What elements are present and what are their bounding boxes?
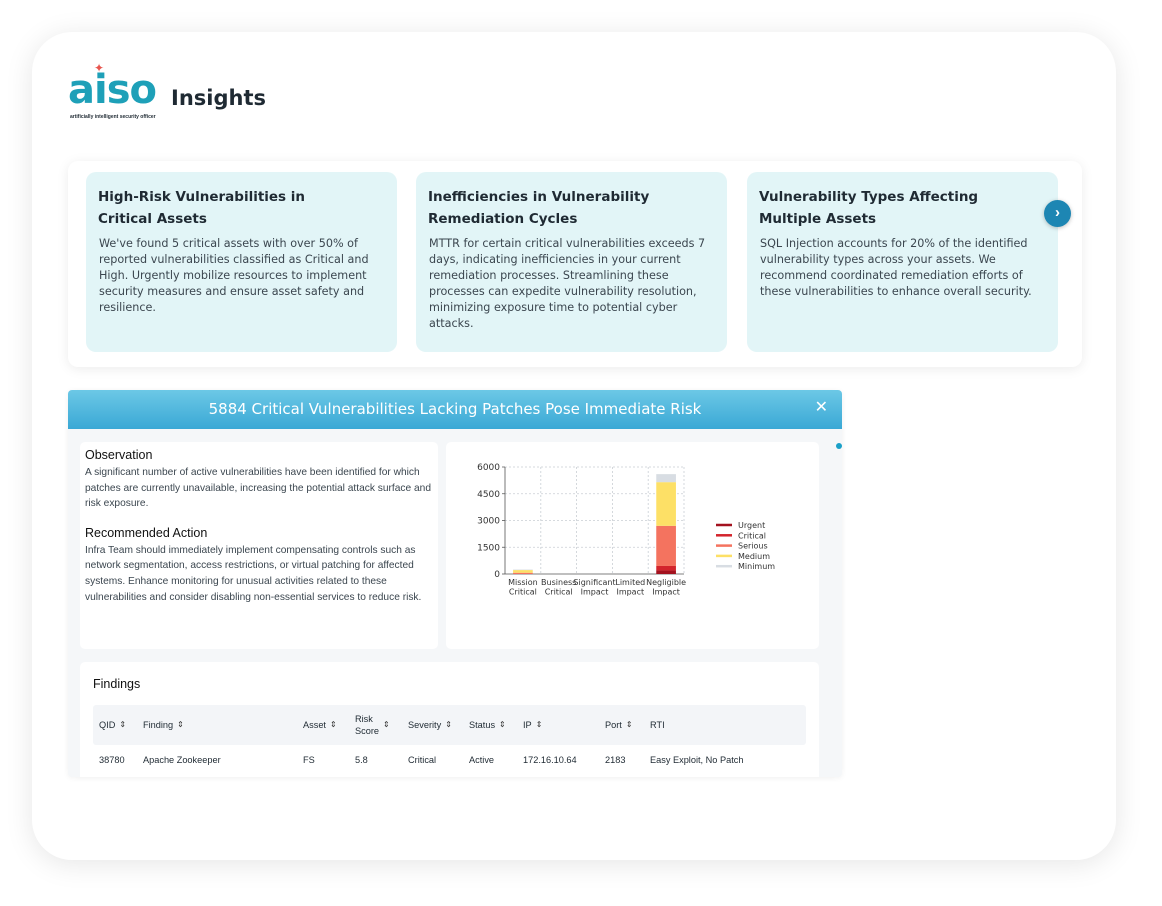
y-tick-label: 1500	[477, 543, 500, 553]
x-tick-label: Critical	[509, 588, 537, 597]
column-header-rti: RTI	[650, 720, 665, 730]
cell-qid: 38780	[99, 755, 125, 765]
findings-card: Findings QID ⇕ Finding ⇕ Asset ⇕ Risk Score…	[80, 662, 819, 777]
observation-card: Observation A significant number of acti…	[80, 442, 438, 649]
cell-finding: Apache Zookeeper	[143, 755, 221, 765]
logo-wordmark: aiso	[68, 67, 157, 113]
insight-card-title: Inefficiencies in Vulnerability Remediat…	[428, 189, 650, 227]
findings-table-header: QID ⇕ Finding ⇕ Asset ⇕ Risk Score ⇕ Severit…	[93, 705, 806, 745]
insights-carousel: High-Risk Vulnerabilities in Critical As…	[68, 161, 1082, 367]
observation-text: A significant number of active vulnerabi…	[85, 467, 432, 510]
bar-segment-minimum	[656, 474, 676, 483]
aiso-logo: ✦ aiso artificially intelligent security…	[68, 62, 162, 124]
insight-detail-panel: 5884 Critical Vulnerabilities Lacking Pa…	[68, 390, 842, 777]
cell-ip: 172.16.10.64	[523, 755, 577, 765]
logo-tagline: artificially intelligent security office…	[70, 114, 156, 120]
insight-card-title: Vulnerability Types Affecting Multiple A…	[759, 189, 979, 227]
x-tick-label: Significant	[573, 578, 615, 587]
y-tick-label: 6000	[477, 463, 500, 473]
bar-segment-medium	[513, 570, 533, 573]
column-header-risk-score[interactable]: Risk Score ⇕	[355, 705, 390, 745]
x-tick-label: Impact	[616, 588, 644, 597]
insight-card-high-risk[interactable]: High-Risk Vulnerabilities in Critical As…	[86, 172, 397, 352]
cell-rti: Easy Exploit, No Patch	[650, 755, 744, 765]
legend-label-medium: Medium	[738, 552, 770, 561]
x-tick-label: Business	[541, 578, 576, 587]
insight-card-body: SQL Injection accounts for 20% of the id…	[760, 237, 1032, 298]
cell-asset: FS	[303, 755, 315, 765]
insight-card-title: High-Risk Vulnerabilities in Critical As…	[98, 189, 306, 227]
insight-card-vuln-types[interactable]: Vulnerability Types Affecting Multiple A…	[747, 172, 1058, 352]
sort-icon[interactable]: ⇕	[177, 719, 184, 731]
y-tick-label: 3000	[477, 517, 500, 527]
sort-icon[interactable]: ⇕	[119, 719, 126, 731]
column-header-port[interactable]: Port ⇕	[605, 705, 633, 745]
carousel-next-button[interactable]: ›	[1044, 200, 1071, 227]
insight-card-body: MTTR for certain critical vulnerabilitie…	[429, 237, 706, 330]
y-tick-label: 4500	[477, 490, 500, 500]
sort-icon[interactable]: ⇕	[536, 719, 543, 731]
legend-label-urgent: Urgent	[738, 521, 765, 530]
legend-label-minimum: Minimum	[738, 562, 775, 571]
x-tick-label: Mission	[508, 578, 538, 587]
x-tick-label: Negligible	[646, 578, 686, 587]
cell-port: 2183	[605, 755, 626, 765]
x-tick-label: Limited	[615, 578, 645, 587]
sort-icon[interactable]: ⇕	[445, 719, 452, 731]
cell-status: Active	[469, 755, 495, 765]
insight-card-body: We've found 5 critical assets with over …	[99, 237, 369, 314]
x-tick-label: Critical	[545, 588, 573, 597]
column-header-qid[interactable]: QID ⇕	[99, 705, 126, 745]
stacked-bar-chart: 01500300045006000MissionCriticalBusiness…	[477, 463, 775, 597]
bar-segment-minimum	[513, 569, 533, 571]
recommended-action-heading: Recommended Action	[85, 525, 208, 540]
cell-severity: Critical	[408, 755, 437, 765]
table-row[interactable]: 38780 Apache Zookeeper FS 5.8 Critical A…	[93, 755, 806, 769]
header: ✦ aiso artificially intelligent security…	[68, 62, 162, 124]
cell-risk-score: 5.8	[355, 755, 368, 765]
close-icon[interactable]: ✕	[815, 398, 828, 418]
detail-header: 5884 Critical Vulnerabilities Lacking Pa…	[68, 390, 842, 429]
bar-segment-serious	[656, 525, 676, 566]
sort-icon[interactable]: ⇕	[499, 719, 506, 731]
recommended-action-text: Infra Team should immediately implement …	[85, 544, 422, 603]
column-header-finding[interactable]: Finding ⇕	[143, 705, 184, 745]
bar-segment-urgent	[656, 570, 676, 574]
scroll-indicator[interactable]	[836, 443, 842, 449]
bar-segment-critical	[656, 565, 676, 571]
y-tick-label: 0	[494, 570, 500, 580]
observation-heading: Observation	[85, 448, 153, 462]
legend-label-serious: Serious	[738, 542, 768, 551]
chevron-right-icon: ›	[1055, 204, 1060, 221]
vulnerability-chart-card: 0 1500 3000 4500 6000 Mission Critical Business…	[446, 442, 819, 649]
column-header-status[interactable]: Status ⇕	[469, 705, 506, 745]
page-title: Insights	[171, 86, 266, 110]
insight-card-remediation[interactable]: Inefficiencies in Vulnerability Remediat…	[416, 172, 727, 352]
findings-title: Findings	[93, 677, 141, 691]
bar-segment-serious	[513, 572, 533, 574]
column-header-asset[interactable]: Asset ⇕	[303, 705, 337, 745]
detail-title: 5884 Critical Vulnerabilities Lacking Pa…	[208, 400, 702, 418]
x-tick-label: Impact	[652, 588, 680, 597]
bar-segment-medium	[656, 482, 676, 526]
sort-icon[interactable]: ⇕	[330, 719, 337, 731]
sort-icon[interactable]: ⇕	[626, 719, 633, 731]
x-tick-label: Impact	[581, 588, 609, 597]
column-header-severity[interactable]: Severity ⇕	[408, 705, 452, 745]
legend-label-critical: Critical	[738, 531, 766, 540]
sort-icon[interactable]: ⇕	[383, 719, 390, 731]
column-header-ip[interactable]: IP ⇕	[523, 705, 542, 745]
